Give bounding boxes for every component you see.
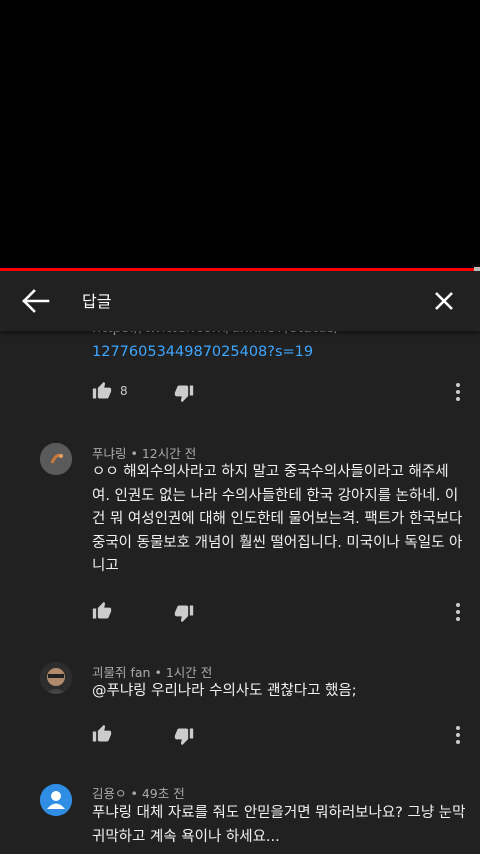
replies-panel: https://twitter.com/dxhx87/status/ 12776… <box>0 271 480 854</box>
comment-actions <box>92 724 472 748</box>
thumbs-up-icon[interactable] <box>92 601 112 621</box>
comment-line: 중국이 동물보호 개념이 훨씬 떨어집니다. 미국이나 독일도 아 <box>92 534 463 551</box>
comment-line: @푸냐링 우리나라 수의사도 괜찮다고 했음; <box>92 683 357 699</box>
comment-meta: 푸냐링 • 12시간 전 <box>92 443 196 462</box>
comment-time: 1시간 전 <box>165 665 213 680</box>
more-options-icon[interactable] <box>450 381 466 403</box>
avatar[interactable] <box>40 784 72 816</box>
avatar-image-icon <box>40 443 72 475</box>
avatar[interactable] <box>40 443 72 475</box>
reply-comment: 괴물쥐 fan • 1시간 전 @푸냐링 우리나라 수의사도 괜찮다고 했음; <box>0 656 480 756</box>
close-icon[interactable] <box>428 285 460 317</box>
comment-line: 여. 인권도 없는 나라 수의사들한테 한국 강아지를 논하네. 이 <box>92 487 459 504</box>
meta-separator: • <box>154 665 166 680</box>
comment-line: 건 뭐 여성인권에 대해 인도한테 물어보는격. 팩트가 한국보다 <box>92 511 463 527</box>
thumbs-down-icon[interactable] <box>174 603 194 623</box>
comment-actions: 8 <box>92 381 472 405</box>
comment-meta: 김용ㅇ • 49초 전 <box>92 783 185 802</box>
avatar[interactable] <box>40 662 72 694</box>
panel-title: 답글 <box>82 292 112 311</box>
comment-text: @푸냐링 우리나라 수의사도 괜찮다고 했음; <box>92 680 472 704</box>
comment-author[interactable]: 푸냐링 <box>92 446 127 461</box>
like-count: 8 <box>120 384 128 398</box>
comment-link-line[interactable]: 1277605344987025408?s=19 <box>92 341 313 365</box>
avatar-image-icon <box>40 662 72 694</box>
video-player[interactable] <box>0 0 480 268</box>
thumbs-up-icon[interactable] <box>92 381 112 401</box>
comment-author[interactable]: 괴물쥐 fan <box>92 665 150 680</box>
meta-separator: • <box>130 446 142 461</box>
back-arrow-icon[interactable] <box>20 287 52 315</box>
comment-text: 푸냐링 대체 자료를 줘도 안믿을거면 뭐하러보나요? 그냥 눈막 귀막하고 계… <box>92 802 472 849</box>
reply-comment: 김용ㅇ • 49초 전 푸냐링 대체 자료를 줘도 안믿을거면 뭐하러보나요? … <box>0 776 480 854</box>
thumbs-down-icon[interactable] <box>174 383 194 403</box>
replies-header: 답글 <box>0 271 480 331</box>
comment-time: 49초 전 <box>141 786 185 801</box>
more-options-icon[interactable] <box>450 724 466 746</box>
comment-line: 푸냐링 대체 자료를 줘도 안믿을거면 뭐하러보나요? 그냥 눈막 <box>92 805 466 821</box>
more-options-icon[interactable] <box>450 601 466 623</box>
comment-text: ㅇㅇ 해외수의사라고 하지 말고 중국수의사들이라고 해주세 여. 인권도 없는… <box>92 461 472 579</box>
comment-author[interactable]: 김용ㅇ <box>92 786 127 801</box>
reply-comment: 푸냐링 • 12시간 전 ㅇㅇ 해외수의사라고 하지 말고 중국수의사들이라고 … <box>0 431 480 631</box>
default-avatar-icon <box>40 784 72 816</box>
thumbs-down-icon[interactable] <box>174 726 194 746</box>
comment-meta: 괴물쥐 fan • 1시간 전 <box>92 662 212 681</box>
comment-line: ㅇㅇ 해외수의사라고 하지 말고 중국수의사들이라고 해주세 <box>92 464 449 480</box>
comment-line: 귀막하고 계속 욕이나 하세요... <box>92 828 280 845</box>
thumbs-up-icon[interactable] <box>92 724 112 744</box>
meta-separator: • <box>130 786 142 801</box>
comment-line: 니고 <box>92 558 119 574</box>
comment-time: 12시간 전 <box>141 446 197 461</box>
comment-actions <box>92 601 472 625</box>
